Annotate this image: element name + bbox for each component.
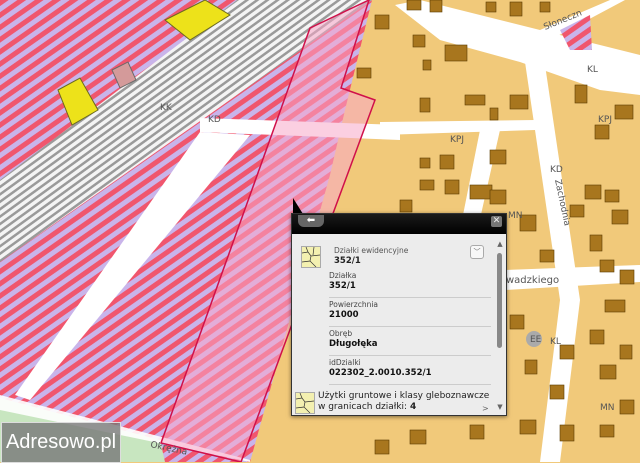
building [419, 97, 431, 113]
chevron-right-icon[interactable]: > [482, 404, 489, 413]
field-label: Obręb [329, 329, 353, 338]
building [539, 1, 551, 13]
building [599, 424, 615, 438]
chevron-down-icon: ﹀ [473, 248, 481, 256]
building [406, 0, 422, 11]
building [604, 299, 626, 313]
field-dzialka: Działka 352/1 [329, 269, 491, 298]
building [469, 424, 485, 440]
building [604, 189, 620, 203]
map-label-kd: KD [550, 165, 563, 175]
field-label: Powierzchnia [329, 300, 379, 309]
building [444, 44, 468, 62]
building [469, 184, 493, 200]
related-count: 4 [409, 402, 417, 412]
building [464, 94, 486, 106]
building [611, 209, 629, 225]
building [356, 67, 372, 79]
field-iddzialki: idDzialki 022302_2.0010.352/1 [329, 356, 491, 385]
building [569, 204, 585, 218]
building [419, 157, 431, 169]
soil-thumbnail-icon [295, 392, 315, 414]
map-label-ee: EE [530, 335, 542, 345]
building [549, 384, 565, 400]
related-text: Użytki gruntowe i klasy gleboznawcze w g… [318, 391, 490, 412]
building [409, 429, 427, 445]
building [485, 1, 497, 13]
field-value: 352/1 [329, 281, 356, 291]
map-label-kpj: KPJ [450, 135, 464, 145]
expand-button[interactable]: ﹀ [470, 245, 484, 259]
building [509, 1, 523, 17]
layer-title: Działki ewidencyjne [334, 246, 409, 255]
street-label-wadzkiego: wadzkiego [506, 275, 559, 286]
field-value: Długołęka [329, 339, 378, 349]
building [539, 249, 555, 263]
building [374, 439, 390, 455]
watermark-logo: Adresowo.pl [1, 422, 121, 463]
field-obreb: Obręb Długołęka [329, 327, 491, 356]
building [419, 179, 435, 191]
field-label: idDzialki [329, 358, 361, 367]
field-value: 022302_2.0010.352/1 [329, 368, 432, 378]
scrollbar[interactable]: ▲ ▼ [496, 240, 504, 411]
popup-header: ⬅ ✕ [292, 214, 506, 234]
popup-pointer [293, 198, 303, 214]
building [589, 234, 603, 252]
info-popup: ⬅ ✕ Działki ewidencyjne 352/1 ﹀ Działka … [291, 213, 507, 416]
building [509, 314, 525, 330]
building [619, 344, 633, 360]
building [412, 34, 426, 48]
scroll-up-icon[interactable]: ▲ [496, 240, 504, 248]
building [489, 107, 499, 121]
building [439, 154, 455, 170]
map-label-kl: KL [587, 65, 598, 75]
building [559, 424, 575, 442]
scrollbar-thumb[interactable] [497, 253, 502, 348]
parcel-thumbnail-icon [301, 246, 321, 268]
map-label-kl: KL [550, 337, 561, 347]
map-label-kpj: KPJ [598, 115, 612, 125]
building [559, 344, 575, 360]
map-label-kd: KD [208, 115, 221, 125]
back-button[interactable]: ⬅ [298, 215, 324, 227]
field-label: Działka [329, 271, 357, 280]
building [599, 259, 615, 273]
map-label-kk: KK [160, 103, 173, 113]
building [422, 59, 432, 71]
scroll-down-icon[interactable]: ▼ [496, 403, 504, 411]
building [374, 14, 390, 30]
building [589, 329, 605, 345]
building [594, 124, 610, 140]
building [489, 189, 507, 205]
building [519, 419, 537, 435]
building [524, 359, 538, 375]
related-link[interactable]: Użytki gruntowe i klasy gleboznawcze w g… [318, 391, 494, 413]
building [574, 84, 588, 104]
building [584, 184, 602, 200]
close-button[interactable]: ✕ [491, 216, 502, 227]
map-label-mn: MN [508, 211, 523, 221]
field-powierzchnia: Powierzchnia 21000 [329, 298, 491, 327]
popup-body: Działki ewidencyjne 352/1 ﹀ Działka 352/… [292, 234, 506, 415]
layer-value: 352/1 [334, 256, 361, 266]
building [599, 364, 617, 380]
arrow-left-icon: ⬅ [306, 215, 316, 226]
building [444, 179, 460, 195]
field-value: 21000 [329, 310, 359, 320]
building [429, 0, 443, 13]
building [619, 399, 635, 415]
building [489, 149, 507, 165]
building [399, 199, 413, 213]
building [509, 94, 529, 110]
building [619, 269, 635, 285]
building [614, 104, 634, 120]
